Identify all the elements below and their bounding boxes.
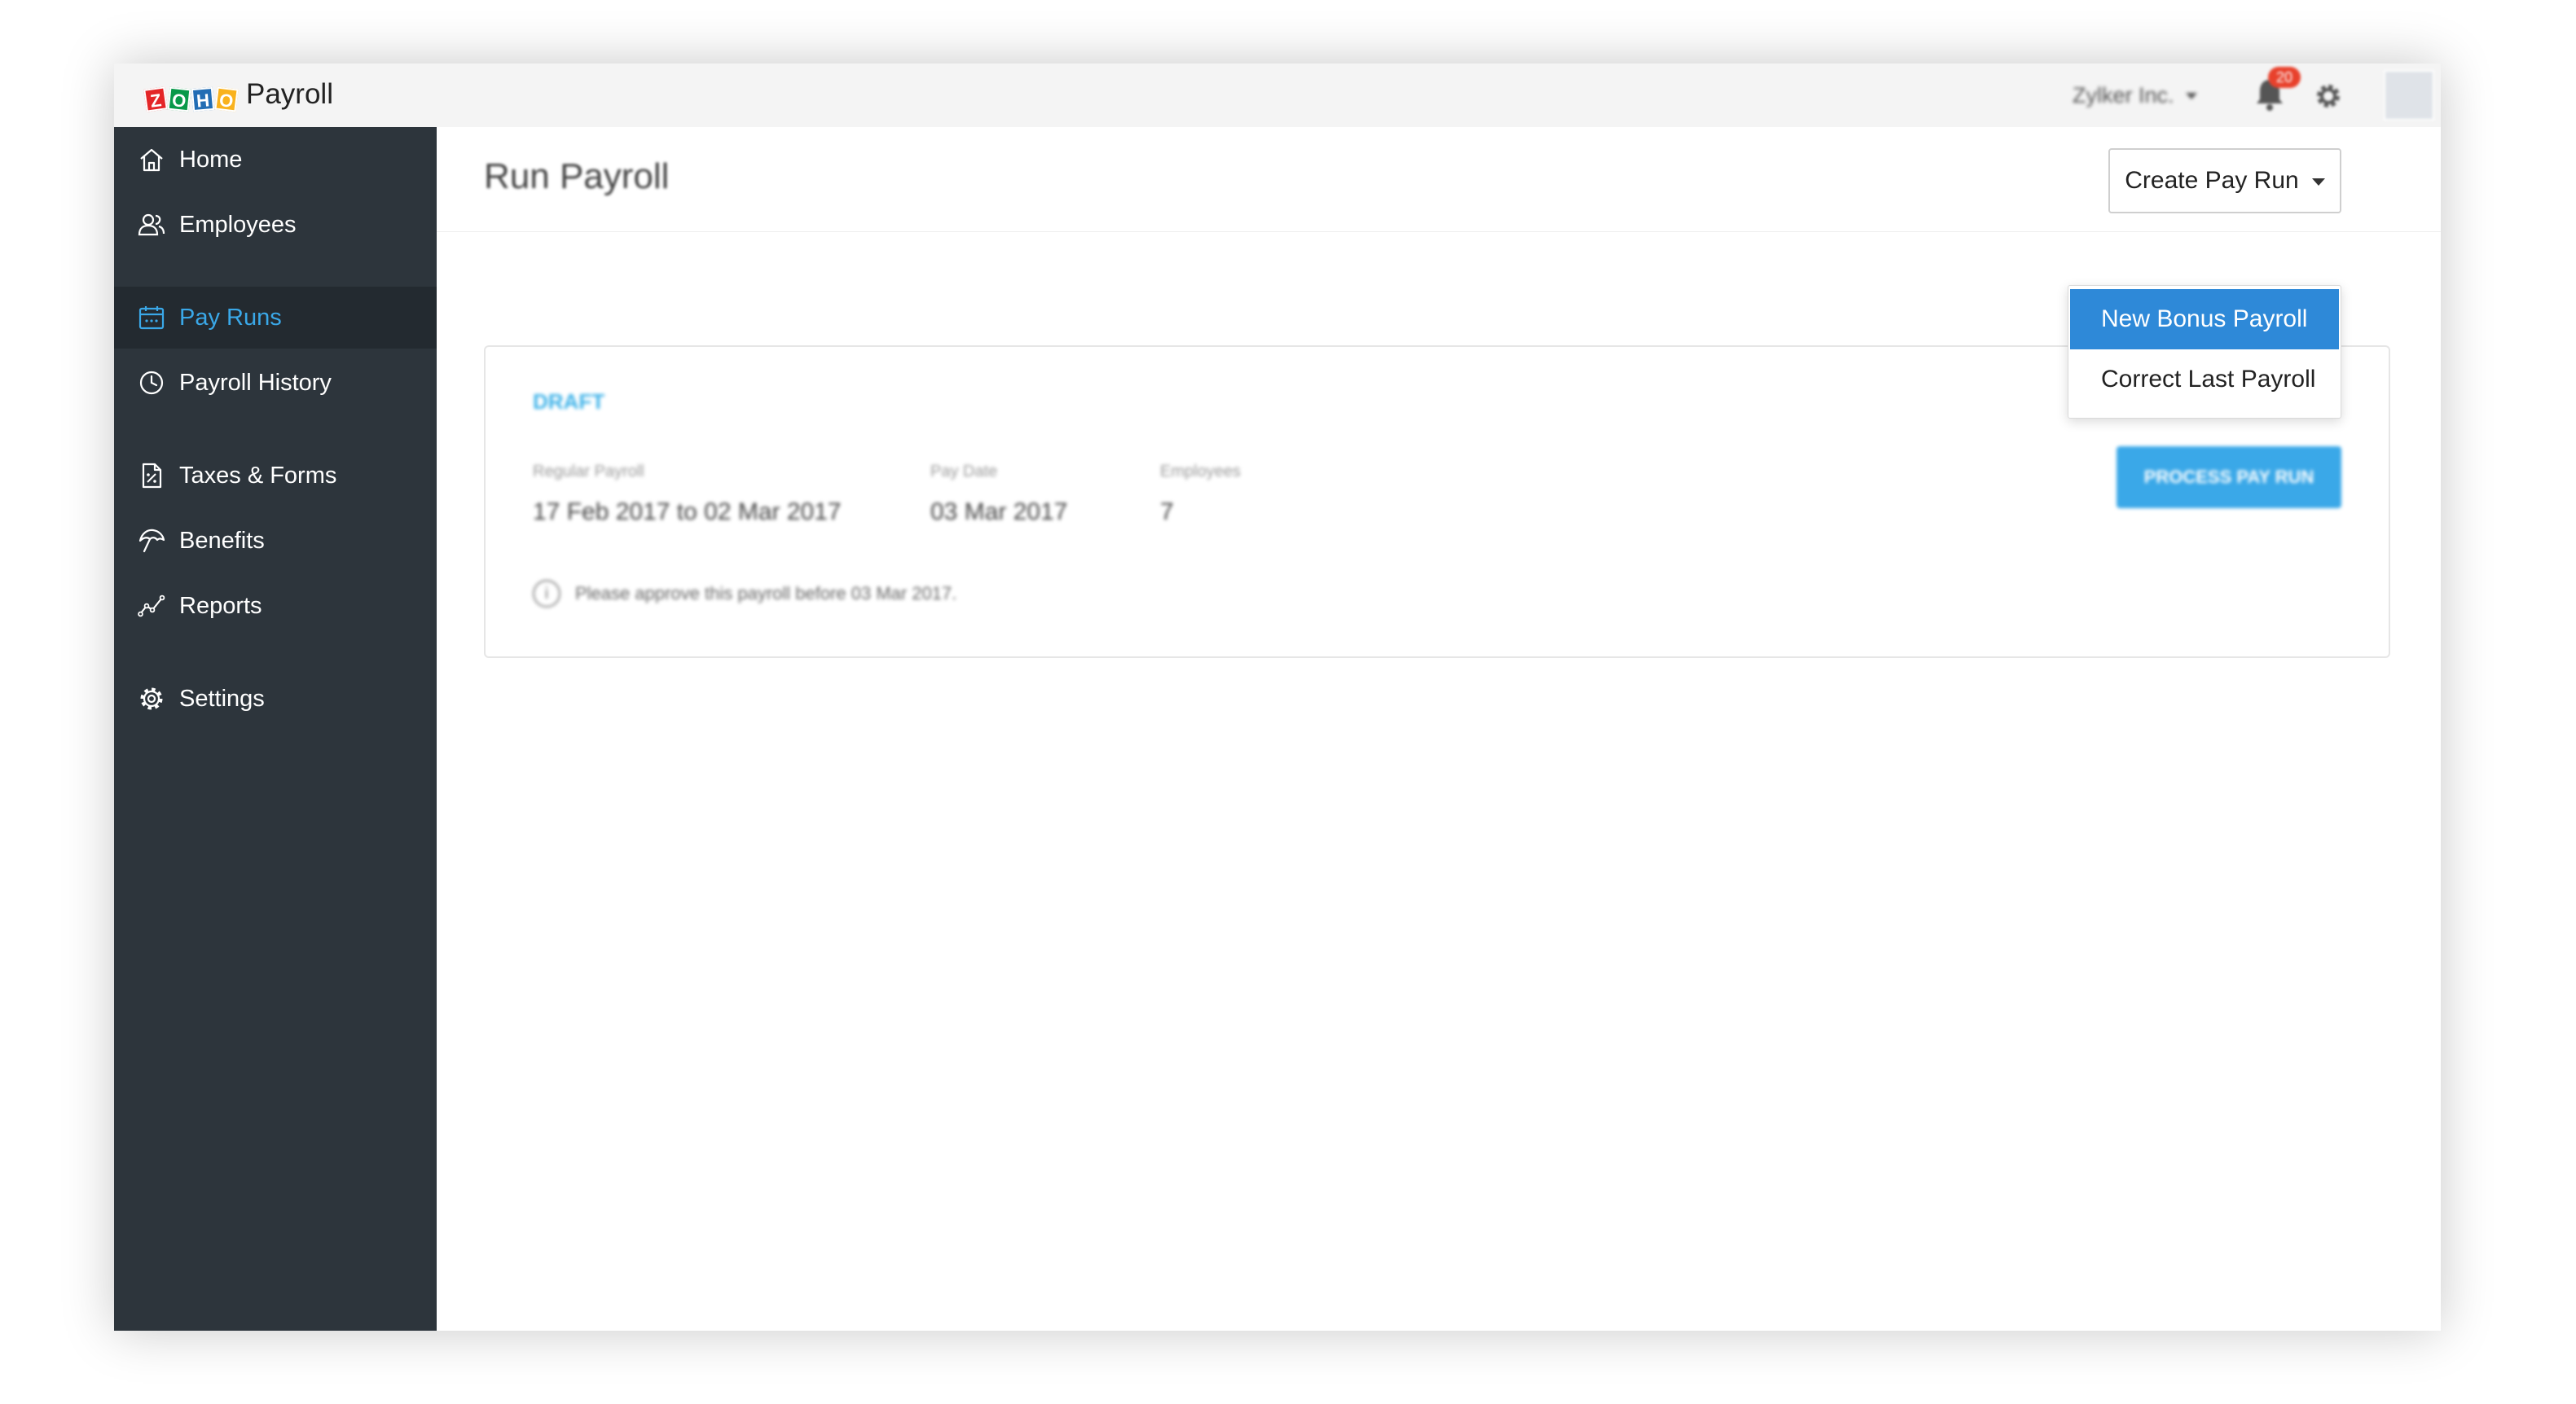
sidebar-item-label: Settings <box>179 685 265 712</box>
menu-item-correct-last-payroll[interactable]: Correct Last Payroll <box>2070 349 2339 410</box>
sidebar: Home Employees Pay Runs Payroll History … <box>114 127 437 1331</box>
chevron-down-icon <box>2311 178 2325 186</box>
sidebar-item-label: Reports <box>179 592 262 619</box>
gear-icon <box>140 687 163 710</box>
status-badge: DRAFT <box>533 389 605 414</box>
pay-period-label: Regular Payroll <box>533 463 644 480</box>
zoho-logo: Z O H O <box>143 78 240 112</box>
approval-note: i Please approve this payroll before 03 … <box>533 580 956 608</box>
main-content: Run Payroll Create Pay Run New Bonus Pay… <box>437 127 2441 1331</box>
menu-item-new-bonus-payroll[interactable]: New Bonus Payroll <box>2070 289 2339 349</box>
employees-value: 7 <box>1160 498 1174 525</box>
sidebar-item-reports[interactable]: Reports <box>114 575 437 637</box>
create-pay-run-dropdown: New Bonus Payroll Correct Last Payroll <box>2068 285 2341 419</box>
create-pay-run-label: Create Pay Run <box>2125 167 2299 194</box>
employees-label: Employees <box>1160 463 1241 480</box>
sidebar-item-benefits[interactable]: Benefits <box>114 510 437 572</box>
umbrella-icon <box>138 529 165 553</box>
logo-letter: H <box>191 86 215 112</box>
sidebar-item-label: Benefits <box>179 527 265 554</box>
process-pay-run-button[interactable]: PROCESS PAY RUN <box>2117 446 2341 508</box>
zoho-payroll-logo[interactable]: Z O H O Payroll <box>143 78 333 112</box>
calendar-icon <box>138 306 165 330</box>
notification-badge: 20 <box>2268 67 2301 88</box>
approval-note-text: Please approve this payroll before 03 Ma… <box>575 583 957 603</box>
chevron-down-icon <box>2185 92 2197 99</box>
sidebar-item-label: Pay Runs <box>179 304 282 331</box>
sidebar-item-pay-runs[interactable]: Pay Runs <box>114 287 437 349</box>
user-avatar[interactable] <box>2384 70 2434 121</box>
page-title: Run Payroll <box>484 156 670 196</box>
organization-switcher[interactable]: Zylker Inc. <box>2073 83 2197 108</box>
users-icon <box>138 213 165 236</box>
logo-letter: O <box>214 86 239 112</box>
sidebar-item-settings[interactable]: Settings <box>114 668 437 730</box>
home-icon <box>140 148 163 172</box>
create-pay-run-button[interactable]: Create Pay Run <box>2108 148 2341 213</box>
sidebar-item-label: Taxes & Forms <box>179 462 337 489</box>
chart-line-icon <box>138 595 165 617</box>
gear-icon[interactable] <box>2314 81 2343 111</box>
sidebar-item-payroll-history[interactable]: Payroll History <box>114 352 437 414</box>
pay-date-value: 03 Mar 2017 <box>930 498 1068 525</box>
page-header: Run Payroll Create Pay Run <box>437 127 2441 232</box>
sidebar-item-label: Payroll History <box>179 369 332 396</box>
app-window: Z O H O Payroll Zylker Inc. 20 Home Empl… <box>114 64 2441 1331</box>
info-icon: i <box>533 580 560 608</box>
pay-period-value: 17 Feb 2017 to 02 Mar 2017 <box>533 498 842 525</box>
sidebar-item-taxes-forms[interactable]: Taxes & Forms <box>114 445 437 507</box>
document-icon <box>142 463 162 489</box>
organization-name: Zylker Inc. <box>2073 83 2174 107</box>
logo-letter: O <box>167 86 191 112</box>
logo-letter: Z <box>143 86 168 112</box>
top-bar: Z O H O Payroll Zylker Inc. 20 <box>114 64 2441 128</box>
sidebar-item-employees[interactable]: Employees <box>114 194 437 256</box>
clock-icon <box>139 371 164 395</box>
sidebar-item-label: Employees <box>179 211 297 238</box>
sidebar-item-home[interactable]: Home <box>114 129 437 191</box>
product-name: Payroll <box>246 78 333 110</box>
pay-date-label: Pay Date <box>930 463 998 480</box>
sidebar-item-label: Home <box>179 146 243 173</box>
